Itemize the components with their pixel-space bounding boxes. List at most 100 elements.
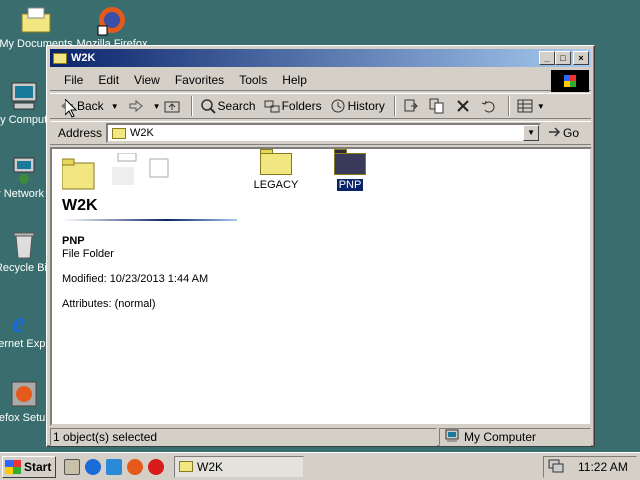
copy-to-icon [429, 98, 445, 114]
address-dropdown-icon[interactable]: ▼ [523, 125, 540, 141]
folder-icon [334, 149, 366, 175]
start-label: Start [24, 459, 52, 474]
go-arrow-icon [547, 125, 563, 142]
taskbar-button-w2k[interactable]: W2K [174, 455, 304, 478]
taskbar: Start W2K 11:22 AM [0, 452, 640, 480]
views-grid-icon [517, 98, 533, 114]
forward-button[interactable] [125, 95, 149, 117]
selected-type: File Folder [62, 248, 114, 260]
minimize-button[interactable]: _ [539, 51, 555, 65]
computer-icon [8, 80, 40, 112]
folders-label: Folders [281, 99, 322, 113]
back-label: Back [77, 99, 104, 113]
address-bar: Address W2K ▼ Go [50, 121, 591, 145]
network-tray-icon[interactable] [548, 459, 564, 476]
status-bar: 1 object(s) selected My Computer [50, 428, 591, 446]
back-button[interactable]: Back [56, 95, 107, 117]
installer-icon [8, 378, 40, 410]
firefox-icon[interactable] [127, 458, 143, 475]
task-folder-icon [179, 461, 193, 472]
zone-label: My Computer [464, 430, 537, 444]
forward-arrow-icon [128, 98, 144, 114]
menu-tools[interactable]: Tools [239, 73, 267, 87]
menu-file[interactable]: File [64, 73, 83, 87]
folder-icon [260, 149, 292, 175]
history-label: History [347, 99, 385, 113]
search-button[interactable]: Search [197, 95, 259, 117]
maximize-button[interactable]: □ [555, 51, 571, 65]
desktop-icon-firefox[interactable]: Mozilla Firefox [74, 4, 150, 50]
folders-icon [264, 98, 280, 114]
address-folder-icon [112, 127, 127, 139]
search-icon [200, 98, 216, 114]
up-folder-icon [164, 98, 180, 114]
firefox-icon [96, 4, 128, 36]
menu-help[interactable]: Help [282, 73, 307, 87]
close-button[interactable]: × [573, 51, 589, 65]
status-zone: My Computer [439, 428, 591, 446]
menu-bar: File Edit View Favorites Tools Help [50, 69, 591, 92]
start-button[interactable]: Start [2, 455, 56, 478]
back-dropdown-icon[interactable]: ▼ [111, 102, 119, 111]
menu-view[interactable]: View [134, 73, 160, 87]
standard-toolbar: Back ▼ ▼ Search Folders History ▼ [50, 93, 591, 119]
mouse-cursor-icon [64, 97, 78, 121]
attributes: Attributes: (normal) [62, 298, 156, 310]
selection-info: PNP File Folder Modified: 10/23/2013 1:4… [62, 235, 208, 311]
views-button[interactable]: ▼ [514, 95, 548, 117]
address-label: Address [58, 126, 103, 140]
undo-button[interactable] [478, 95, 502, 117]
explorer-window: W2K _ □ × File Edit View Favorites Tools… [46, 45, 595, 447]
address-field[interactable]: W2K ▼ [106, 123, 542, 143]
modified-date: Modified: 10/23/2013 1:44 AM [62, 273, 209, 285]
folder-view[interactable]: W2K PNP File Folder Modified: 10/23/2013… [50, 147, 592, 426]
move-to-icon [403, 98, 419, 114]
selected-name: PNP [62, 235, 85, 247]
task-label: W2K [197, 459, 224, 474]
folder-item-legacy[interactable]: LEGACY [246, 149, 306, 191]
system-tray: 11:22 AM [543, 456, 637, 478]
up-button[interactable] [161, 95, 185, 117]
quick-launch [64, 458, 164, 475]
window-folder-icon [53, 52, 67, 64]
internet-explorer-icon[interactable] [85, 458, 101, 475]
history-button[interactable]: History [327, 95, 388, 117]
delete-x-icon [455, 98, 471, 114]
title-divider [62, 219, 237, 221]
move-to-button[interactable] [400, 95, 424, 117]
outlook-express-icon[interactable] [106, 458, 122, 475]
internet-explorer-icon: e [8, 304, 40, 339]
window-title: W2K [71, 52, 96, 64]
svg-text:e: e [12, 306, 25, 336]
go-label: Go [563, 126, 580, 140]
folder-label: LEGACY [253, 179, 299, 191]
network-icon [8, 154, 40, 186]
status-selection: 1 object(s) selected [50, 428, 437, 446]
history-icon [330, 98, 346, 114]
folders-button[interactable]: Folders [261, 95, 325, 117]
windows-flag-icon [5, 459, 21, 474]
delete-button[interactable] [452, 95, 476, 117]
menu-favorites[interactable]: Favorites [175, 73, 224, 87]
windows-logo [551, 70, 589, 92]
forward-dropdown-icon[interactable]: ▼ [153, 102, 161, 111]
copy-to-button[interactable] [426, 95, 450, 117]
menu-edit[interactable]: Edit [98, 73, 119, 87]
recycle-bin-icon [8, 228, 40, 260]
opera-icon[interactable] [148, 458, 164, 475]
views-dropdown-icon: ▼ [536, 101, 545, 111]
webview-folder-icon [61, 152, 172, 200]
undo-icon [481, 98, 497, 114]
my-computer-icon [444, 429, 460, 446]
folder-label: PNP [335, 178, 365, 192]
folder-documents-icon [20, 4, 52, 36]
desktop-icon-my-documents[interactable]: My Documents [0, 4, 74, 50]
title-bar[interactable]: W2K _ □ × [50, 49, 591, 67]
show-desktop-icon[interactable] [64, 458, 80, 475]
webview-folder-title: W2K [62, 197, 98, 214]
search-label: Search [217, 99, 256, 113]
folder-item-pnp[interactable]: PNP [320, 149, 380, 192]
go-button[interactable]: Go [547, 125, 579, 142]
address-value: W2K [130, 127, 154, 139]
clock[interactable]: 11:22 AM [578, 460, 628, 474]
